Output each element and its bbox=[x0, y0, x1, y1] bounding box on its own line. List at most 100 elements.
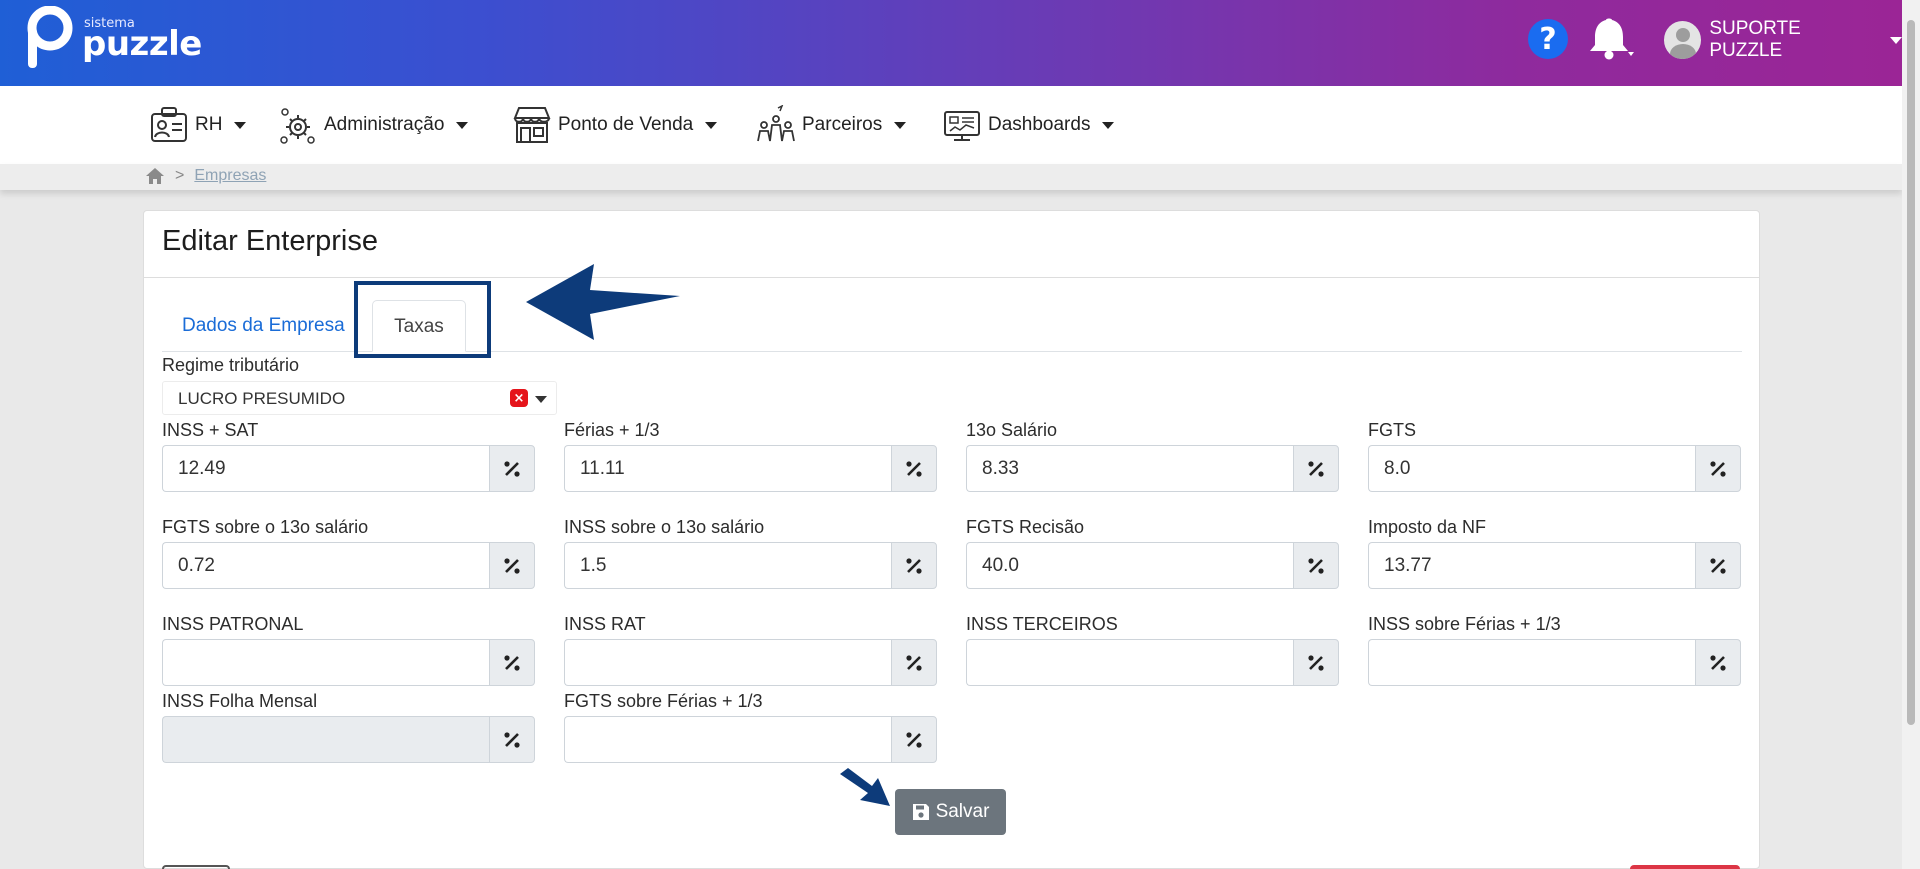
field-label: INSS TERCEIROS bbox=[966, 614, 1118, 634]
input-group-fgts-ferias bbox=[564, 716, 937, 763]
puzzle-logo[interactable]: sistema puzzle bbox=[26, 6, 226, 76]
breadcrumb-separator: > bbox=[175, 167, 185, 184]
delete-button-partial[interactable] bbox=[1630, 865, 1740, 869]
nav-item-dashboards[interactable]: Dashboards bbox=[942, 102, 1115, 148]
scrollbar-thumb[interactable] bbox=[1907, 20, 1915, 725]
input-group-fgts-13o bbox=[162, 542, 535, 589]
page-scrollbar[interactable] bbox=[1902, 0, 1920, 869]
percent-icon bbox=[1695, 542, 1741, 589]
input-group-inss-folha-mensal bbox=[162, 716, 535, 763]
percent-icon bbox=[1695, 445, 1741, 492]
percent-icon bbox=[891, 445, 937, 492]
percent-icon bbox=[1695, 639, 1741, 686]
fgts-13o-input[interactable] bbox=[162, 542, 489, 589]
field-label: INSS Folha Mensal bbox=[162, 691, 318, 711]
percent-icon bbox=[891, 542, 937, 589]
input-group-inss-ferias bbox=[1368, 639, 1741, 686]
field-label: FGTS sobre Férias + 1/3 bbox=[564, 691, 763, 711]
field-label: INSS + SAT bbox=[162, 420, 259, 440]
percent-icon bbox=[1293, 445, 1339, 492]
inss-13o-input[interactable] bbox=[564, 542, 891, 589]
inss-ferias-input[interactable] bbox=[1368, 639, 1695, 686]
clear-selection-icon[interactable]: × bbox=[510, 389, 528, 407]
fgts-ferias-input[interactable] bbox=[564, 716, 891, 763]
nav-label-parceiros: Parceiros bbox=[802, 114, 883, 135]
save-button[interactable]: Salvar bbox=[895, 789, 1006, 835]
inss-sat-input[interactable] bbox=[162, 445, 489, 492]
field-label: INSS PATRONAL bbox=[162, 614, 304, 634]
nav-item-rh[interactable]: RH bbox=[149, 102, 247, 148]
input-group-13o-salario bbox=[966, 445, 1339, 492]
input-group-ferias bbox=[564, 445, 937, 492]
home-icon[interactable] bbox=[145, 167, 165, 185]
nav-item-administracao[interactable]: Administração bbox=[278, 102, 469, 148]
save-button-label: Salvar bbox=[935, 801, 990, 822]
input-group-inss-terceiros bbox=[966, 639, 1339, 686]
field-label: FGTS Recisão bbox=[966, 517, 1085, 537]
bell-icon bbox=[1590, 18, 1634, 60]
breadcrumb: > Empresas bbox=[145, 167, 266, 185]
percent-icon bbox=[891, 639, 937, 686]
nav-label-ponto-de-venda: Ponto de Venda bbox=[558, 114, 694, 135]
chevron-down-icon bbox=[894, 121, 907, 129]
input-group-inss-sat bbox=[162, 445, 535, 492]
nav-item-ponto-de-venda[interactable]: Ponto de Venda bbox=[512, 102, 718, 148]
breadcrumb-bar: > Empresas bbox=[0, 164, 1902, 190]
chevron-down-icon[interactable] bbox=[535, 396, 547, 403]
chevron-down-icon bbox=[456, 121, 469, 129]
field-label: Férias + 1/3 bbox=[564, 420, 660, 440]
ferias-input[interactable] bbox=[564, 445, 891, 492]
chevron-down-icon bbox=[705, 121, 718, 129]
13o-salario-input[interactable] bbox=[966, 445, 1293, 492]
field-label: INSS RAT bbox=[564, 614, 646, 634]
partners-icon bbox=[757, 105, 795, 142]
top-header: sistema puzzle ? SUPORTE PUZZLE bbox=[0, 0, 1902, 86]
help-icon[interactable]: ? bbox=[1528, 19, 1568, 59]
fgts-input[interactable] bbox=[1368, 445, 1695, 492]
percent-icon bbox=[489, 445, 535, 492]
floppy-disk-icon bbox=[912, 804, 929, 820]
gear-admin-icon bbox=[280, 108, 315, 144]
field-label: INSS sobre o 13o salário bbox=[564, 517, 765, 537]
annotation-highlight-box bbox=[354, 281, 491, 358]
percent-icon bbox=[1293, 639, 1339, 686]
dashboard-icon bbox=[944, 111, 980, 141]
percent-icon bbox=[489, 639, 535, 686]
annotation-arrow-small-icon bbox=[840, 768, 890, 806]
field-label: INSS sobre Férias + 1/3 bbox=[1368, 614, 1561, 634]
notifications-bell-icon[interactable] bbox=[1586, 18, 1636, 60]
user-menu[interactable]: SUPORTE PUZZLE bbox=[1664, 18, 1902, 61]
page-title: Editar Enterprise bbox=[162, 225, 378, 257]
field-label: 13o Salário bbox=[966, 420, 1058, 440]
input-group-inss-patronal bbox=[162, 639, 535, 686]
user-name: SUPORTE PUZZLE bbox=[1709, 18, 1801, 61]
chevron-down-icon bbox=[1102, 121, 1115, 129]
percent-icon bbox=[489, 542, 535, 589]
input-group-inss-13o bbox=[564, 542, 937, 589]
inss-folha-mensal-input bbox=[162, 716, 489, 763]
field-label: Imposto da NF bbox=[1368, 517, 1487, 537]
input-group-fgts bbox=[1368, 445, 1741, 492]
inss-rat-input[interactable] bbox=[564, 639, 891, 686]
percent-icon bbox=[489, 716, 535, 763]
nav-label-administracao: Administração bbox=[324, 114, 445, 135]
id-card-icon bbox=[151, 107, 187, 142]
percent-icon bbox=[1293, 542, 1339, 589]
input-group-inss-rat bbox=[564, 639, 937, 686]
avatar bbox=[1664, 21, 1702, 59]
puzzle-logo-mark-icon bbox=[27, 6, 73, 68]
tab-dados-da-empresa[interactable]: Dados da Empresa bbox=[162, 300, 365, 352]
store-icon bbox=[513, 107, 551, 143]
field-label: FGTS bbox=[1368, 420, 1416, 440]
inss-patronal-input[interactable] bbox=[162, 639, 489, 686]
fgts-recisao-input[interactable] bbox=[966, 542, 1293, 589]
back-button-partial[interactable] bbox=[162, 865, 230, 869]
imposto-nf-input[interactable] bbox=[1368, 542, 1695, 589]
main-navbar: RH Administração Ponto de Venda Parceiro… bbox=[0, 86, 1902, 164]
card-header: Editar Enterprise bbox=[144, 211, 1759, 278]
breadcrumb-link-empresas[interactable]: Empresas bbox=[194, 167, 266, 185]
regime-select[interactable]: LUCRO PRESUMIDO × bbox=[162, 381, 557, 415]
nav-item-parceiros[interactable]: Parceiros bbox=[756, 102, 907, 148]
annotation-arrow-icon bbox=[526, 264, 680, 340]
inss-terceiros-input[interactable] bbox=[966, 639, 1293, 686]
